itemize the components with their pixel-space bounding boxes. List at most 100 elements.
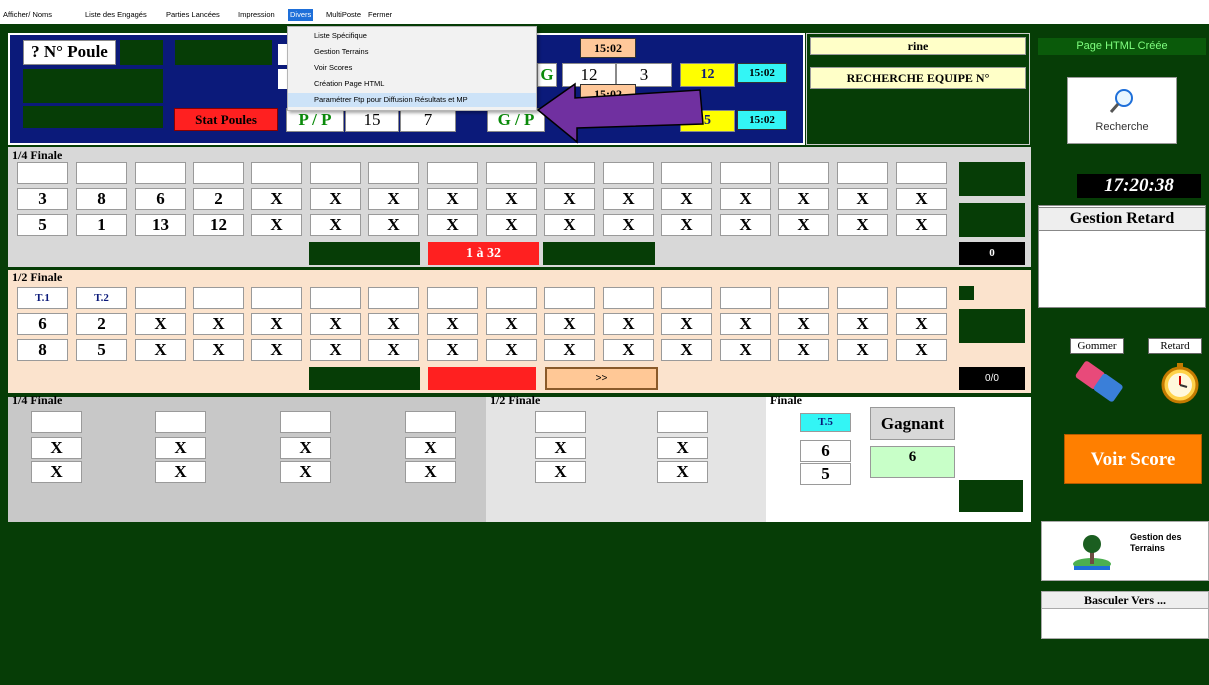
demi-header-cell-9[interactable] [486,287,537,309]
demi-row1-cell-16[interactable]: X [896,313,947,335]
quart-header-cell-11[interactable] [603,162,654,184]
quart-header-cell-16[interactable] [896,162,947,184]
demi-row1-cell-13[interactable]: X [720,313,771,335]
quart-row1-cell-16[interactable]: X [896,188,947,210]
bottom-quart-header-3[interactable] [280,411,331,433]
bottom-quart-cell-4-2[interactable]: X [405,461,456,483]
demi-header-cell-2[interactable]: T.2 [76,287,127,309]
demi-row2-cell-2[interactable]: 5 [76,339,127,361]
menu-fermer[interactable]: Fermer [367,9,393,21]
menu-impression[interactable]: Impression [237,9,276,21]
demi-row2-cell-3[interactable]: X [135,339,186,361]
demi-row1-cell-1[interactable]: 6 [17,313,68,335]
quart-header-cell-1[interactable] [17,162,68,184]
stopwatch-icon[interactable] [1157,360,1203,406]
demi-row1-cell-3[interactable]: X [135,313,186,335]
bottom-quart-header-1[interactable] [31,411,82,433]
quart-row2-cell-9[interactable]: X [486,214,537,236]
demi-header-cell-7[interactable] [368,287,419,309]
demi-row1-cell-8[interactable]: X [427,313,478,335]
quart-row1-cell-6[interactable]: X [310,188,361,210]
demi-row2-cell-5[interactable]: X [251,339,302,361]
menu-afficher-noms[interactable]: Afficher/ Noms [2,9,53,21]
quart-header-cell-13[interactable] [720,162,771,184]
demi-row1-cell-9[interactable]: X [486,313,537,335]
quart-row2-cell-15[interactable]: X [837,214,888,236]
recherche-button[interactable]: Recherche [1067,77,1177,144]
bottom-quart-cell-2-2[interactable]: X [155,461,206,483]
quart-header-cell-12[interactable] [661,162,712,184]
menu-multiposte[interactable]: MultiPoste [325,9,362,21]
quart-row2-cell-14[interactable]: X [778,214,829,236]
quart-row1-cell-5[interactable]: X [251,188,302,210]
quart-row2-cell-5[interactable]: X [251,214,302,236]
quart-row1-cell-1[interactable]: 3 [17,188,68,210]
quart-header-cell-7[interactable] [368,162,419,184]
demi-row1-cell-14[interactable]: X [778,313,829,335]
gestion-terrains-button[interactable]: Gestion des Terrains [1041,521,1209,581]
quart-header-cell-5[interactable] [251,162,302,184]
demi-header-cell-16[interactable] [896,287,947,309]
demi-header-cell-4[interactable] [193,287,244,309]
bottom-quart-cell-3-2[interactable]: X [280,461,331,483]
quart-row2-cell-16[interactable]: X [896,214,947,236]
bottom-quart-header-4[interactable] [405,411,456,433]
bottom-quart-cell-1-2[interactable]: X [31,461,82,483]
quart-row2-cell-8[interactable]: X [427,214,478,236]
stat-poules-button[interactable]: Stat Poules [174,108,278,131]
quart-row1-cell-9[interactable]: X [486,188,537,210]
demi-row2-cell-4[interactable]: X [193,339,244,361]
quart-header-cell-8[interactable] [427,162,478,184]
bottom-quart-cell-4-1[interactable]: X [405,437,456,459]
bottom-demi-cell-1-1[interactable]: X [535,437,586,459]
demi-row1-cell-12[interactable]: X [661,313,712,335]
bottom-demi-cell-2-2[interactable]: X [657,461,708,483]
bottom-quart-header-2[interactable] [155,411,206,433]
quart-row1-cell-14[interactable]: X [778,188,829,210]
quart-header-cell-3[interactable] [135,162,186,184]
demi-header-cell-12[interactable] [661,287,712,309]
bottom-quart-cell-2-1[interactable]: X [155,437,206,459]
quart-row2-cell-10[interactable]: X [544,214,595,236]
demi-row2-cell-13[interactable]: X [720,339,771,361]
quart-row1-cell-15[interactable]: X [837,188,888,210]
quart-row1-cell-8[interactable]: X [427,188,478,210]
quart-row2-cell-13[interactable]: X [720,214,771,236]
demi-row2-cell-9[interactable]: X [486,339,537,361]
quart-row2-cell-4[interactable]: 12 [193,214,244,236]
demi-header-cell-11[interactable] [603,287,654,309]
quart-row2-cell-12[interactable]: X [661,214,712,236]
quart-row2-cell-7[interactable]: X [368,214,419,236]
bottom-demi-header-1[interactable] [535,411,586,433]
retard-button[interactable]: Retard [1148,338,1202,354]
quart-header-cell-14[interactable] [778,162,829,184]
dropdown-gestion-terrains[interactable]: Gestion Terrains [288,45,536,59]
bottom-demi-cell-2-1[interactable]: X [657,437,708,459]
demi-row1-cell-15[interactable]: X [837,313,888,335]
demi-header-cell-3[interactable] [135,287,186,309]
demi-row1-cell-6[interactable]: X [310,313,361,335]
demi-row1-cell-5[interactable]: X [251,313,302,335]
dropdown-voir-scores[interactable]: Voir Scores [288,61,536,75]
gommer-button[interactable]: Gommer [1070,338,1124,354]
demi-row2-cell-14[interactable]: X [778,339,829,361]
quart-row1-cell-4[interactable]: 2 [193,188,244,210]
quart-header-cell-6[interactable] [310,162,361,184]
bottom-quart-cell-1-1[interactable]: X [31,437,82,459]
quart-row2-cell-3[interactable]: 13 [135,214,186,236]
bottom-quart-cell-3-1[interactable]: X [280,437,331,459]
demi-header-cell-14[interactable] [778,287,829,309]
demi-row1-cell-11[interactable]: X [603,313,654,335]
dropdown-creation-page-html[interactable]: Création Page HTML [288,77,536,91]
demi-row2-cell-1[interactable]: 8 [17,339,68,361]
demi-row2-cell-7[interactable]: X [368,339,419,361]
quart-header-cell-10[interactable] [544,162,595,184]
demi-row1-cell-2[interactable]: 2 [76,313,127,335]
quart-row2-cell-11[interactable]: X [603,214,654,236]
quart-row1-cell-10[interactable]: X [544,188,595,210]
next-button[interactable]: >> [545,367,658,390]
quart-row1-cell-12[interactable]: X [661,188,712,210]
quart-row1-cell-7[interactable]: X [368,188,419,210]
bottom-demi-header-2[interactable] [657,411,708,433]
demi-header-cell-10[interactable] [544,287,595,309]
